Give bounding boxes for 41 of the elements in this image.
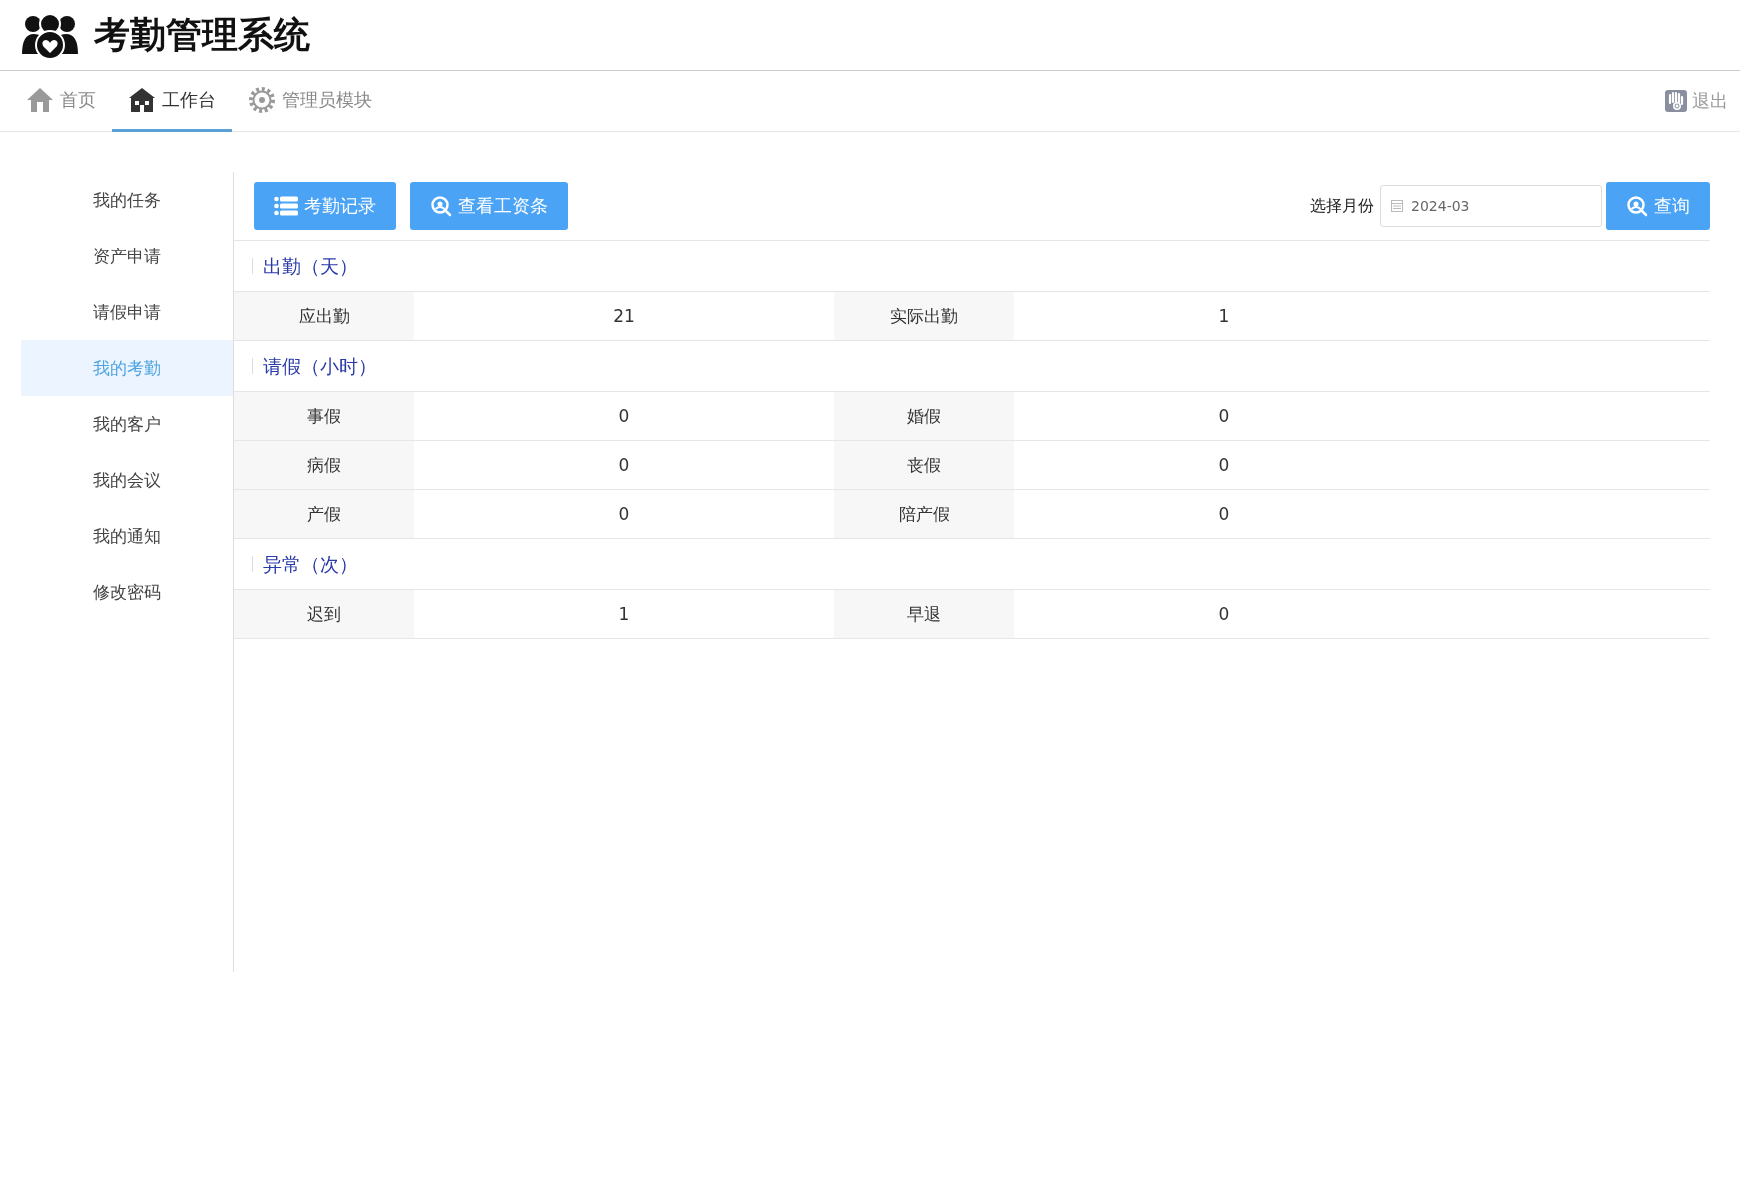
search-icon bbox=[1626, 195, 1648, 217]
field-label: 婚假 bbox=[834, 392, 1014, 440]
nav-tab[interactable]: 工作台 bbox=[112, 71, 232, 132]
sidebar-item[interactable]: 我的会议 bbox=[21, 452, 233, 508]
building-icon bbox=[128, 87, 156, 113]
field-label: 早退 bbox=[834, 590, 1014, 638]
field-value: 0 bbox=[617, 503, 631, 526]
sidebar-item[interactable]: 请假申请 bbox=[21, 284, 233, 340]
field-label: 病假 bbox=[234, 441, 414, 489]
field-value: 1 bbox=[1217, 305, 1231, 328]
field-label: 丧假 bbox=[834, 441, 1014, 489]
field-label: 迟到 bbox=[234, 590, 414, 638]
field-label: 事假 bbox=[234, 392, 414, 440]
field-label: 应出勤 bbox=[234, 292, 414, 340]
nav-tab[interactable]: 首页 bbox=[10, 71, 112, 132]
hand-icon bbox=[1664, 89, 1688, 113]
field-label: 陪产假 bbox=[834, 490, 1014, 538]
field-value: 1 bbox=[617, 603, 631, 626]
sidebar-item[interactable]: 我的客户 bbox=[21, 396, 233, 452]
field-value: 0 bbox=[1217, 405, 1231, 428]
field-value: 0 bbox=[617, 405, 631, 428]
search-icon bbox=[430, 195, 452, 217]
month-label: 选择月份 bbox=[1310, 195, 1374, 217]
list-icon bbox=[274, 196, 298, 216]
sidebar-item[interactable]: 我的通知 bbox=[21, 508, 233, 564]
sidebar-item[interactable]: 我的任务 bbox=[21, 172, 233, 228]
gear-icon bbox=[248, 86, 276, 114]
field-value: 0 bbox=[1217, 454, 1231, 477]
house-icon bbox=[26, 87, 54, 113]
nav-tab[interactable]: 管理员模块 bbox=[232, 71, 388, 132]
field-value: 21 bbox=[612, 305, 636, 328]
field-label: 产假 bbox=[234, 490, 414, 538]
field-label: 实际出勤 bbox=[834, 292, 1014, 340]
field-value: 0 bbox=[1217, 603, 1231, 626]
field-value: 0 bbox=[617, 454, 631, 477]
app-title: 考勤管理系统 bbox=[94, 12, 310, 57]
sidebar-item[interactable]: 资产申请 bbox=[21, 228, 233, 284]
calendar-icon bbox=[1391, 200, 1403, 212]
month-input-field[interactable]: 2024-03 bbox=[1380, 185, 1602, 227]
sidebar-item[interactable]: 修改密码 bbox=[21, 564, 233, 620]
field-value: 0 bbox=[1217, 503, 1231, 526]
